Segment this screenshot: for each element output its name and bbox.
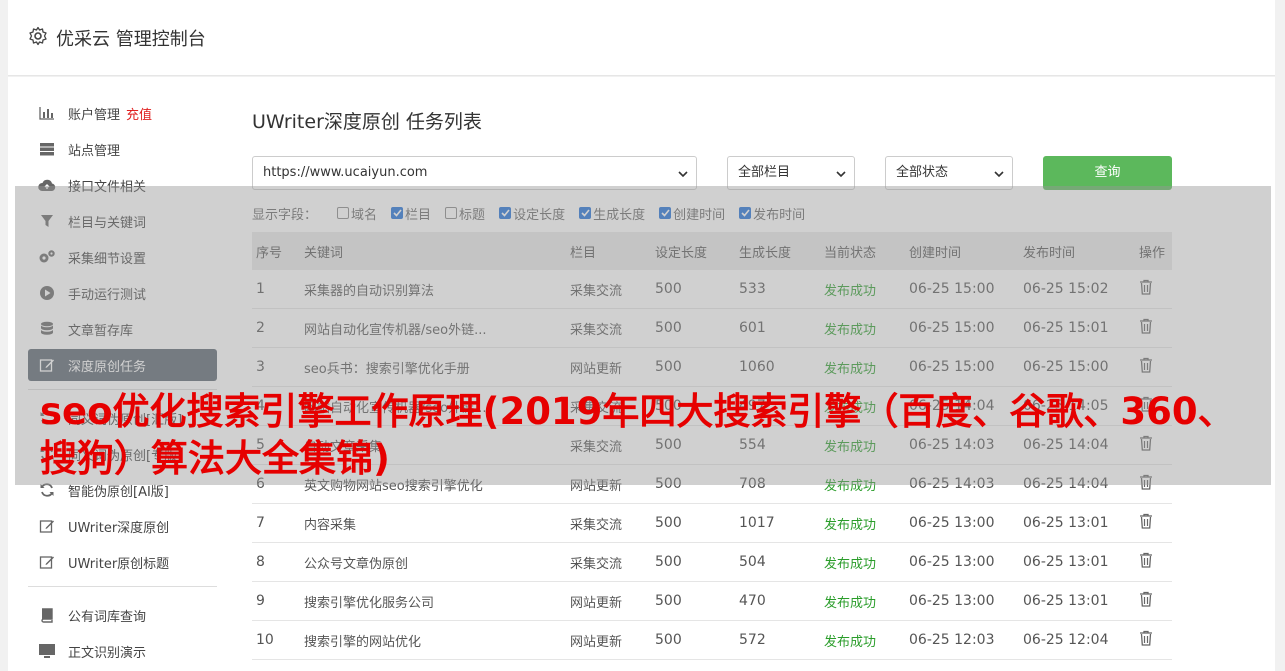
site-select-value: https://www.ucaiyun.com [263, 165, 428, 180]
status-select-value: 全部状态 [896, 165, 949, 180]
table-cell: 470 [739, 593, 766, 609]
table-cell: 9 [256, 593, 265, 609]
trash-icon[interactable] [1139, 591, 1172, 611]
trash-icon[interactable] [1139, 630, 1172, 650]
gear-icon [29, 26, 47, 46]
sidebar-item-label: UWriter原创标题 [68, 556, 170, 572]
table-cell: 8 [256, 554, 265, 570]
bar-chart-icon [38, 104, 56, 122]
table-cell: 内容采集 [304, 517, 357, 533]
table-cell: 572 [739, 632, 766, 648]
table-row: 7 内容采集 采集交流 500 1017 发布成功 06-25 13:00 06-25 13:… [252, 504, 1172, 543]
table-cell: 06-25 13:00 [909, 515, 995, 531]
table-cell: 06-25 13:00 [909, 593, 995, 609]
chevron-down-icon [994, 171, 1004, 178]
table-cell: 500 [655, 515, 682, 531]
trash-icon[interactable] [1139, 513, 1172, 533]
table-cell: 10 [256, 632, 274, 648]
trash-icon[interactable] [1139, 552, 1172, 572]
query-button[interactable]: 查询 [1043, 156, 1172, 190]
sidebar-item-uwriter-deep[interactable]: UWriter深度原创 [28, 510, 217, 542]
status-text: 发布成功 [824, 634, 877, 650]
sidebar-item-public-dictionary[interactable]: 公有词库查询 [28, 599, 217, 631]
table-row: 10 搜索引擎的网站优化 网站更新 500 572 发布成功 06-25 12:03 06-2… [252, 621, 1172, 660]
sidebar-item-label: UWriter深度原创 [68, 520, 170, 536]
table-cell: 500 [655, 632, 682, 648]
status-select[interactable]: 全部状态 [885, 156, 1013, 190]
sidebar-item-text-recognition-demo[interactable]: 正文识别演示 [28, 635, 217, 667]
table-cell: 500 [655, 554, 682, 570]
sidebar-divider [28, 586, 217, 587]
column-select[interactable]: 全部栏目 [727, 156, 855, 190]
sidebar-item-label: 站点管理 [68, 143, 121, 159]
sidebar-item-label: 正文识别演示 [68, 645, 147, 661]
table-cell: 搜索引擎优化服务公司 [304, 595, 435, 611]
table-cell: 网站更新 [570, 634, 623, 650]
edit-icon [38, 553, 56, 571]
sidebar-item-label: 公有词库查询 [68, 609, 147, 625]
top-bar: 优采云 管理控制台 [8, 0, 1275, 76]
edit-icon [38, 517, 56, 535]
sidebar-item-uwriter-title[interactable]: UWriter原创标题 [28, 546, 217, 578]
table-cell: 网站更新 [570, 595, 623, 611]
table-cell: 06-25 13:00 [909, 554, 995, 570]
table-cell: 504 [739, 554, 766, 570]
table-cell: 06-25 12:03 [909, 632, 995, 648]
table-cell: 采集交流 [570, 556, 623, 572]
table-cell: 公众号文章伪原创 [304, 556, 409, 572]
main-area: UWriter深度原创 任务列表 https://www.ucaiyun.com… [252, 107, 1172, 660]
server-icon [38, 140, 56, 158]
article-headline: seo优化搜索引擎工作原理(2019年四大搜索引擎（百度、谷歌、360、搜狗）算… [40, 390, 1235, 480]
table-cell: 搜索引擎的网站优化 [304, 634, 422, 650]
status-text: 发布成功 [824, 517, 877, 533]
sidebar-item-label: 账户管理 [68, 107, 121, 123]
table-cell: 06-25 13:01 [1023, 554, 1109, 570]
table-cell: 7 [256, 515, 265, 531]
table-cell: 06-25 13:01 [1023, 593, 1109, 609]
chevron-down-icon [836, 171, 846, 178]
page-title: UWriter深度原创 任务列表 [252, 111, 482, 133]
book-icon [38, 606, 56, 624]
table-cell: 500 [655, 593, 682, 609]
table-cell: 1017 [739, 515, 775, 531]
table-cell: 06-25 13:01 [1023, 515, 1109, 531]
status-text: 发布成功 [824, 595, 877, 611]
table-cell: 06-25 12:04 [1023, 632, 1109, 648]
column-select-value: 全部栏目 [738, 165, 791, 180]
table-cell: 采集交流 [570, 517, 623, 533]
sidebar-item-sites[interactable]: 站点管理 [28, 133, 217, 165]
recharge-link[interactable]: 充值 [126, 104, 152, 123]
filter-bar: https://www.ucaiyun.com 全部栏目 全部状态 查询 [252, 156, 1172, 190]
table-row: 9 搜索引擎优化服务公司 网站更新 500 470 发布成功 06-25 13:00 06-2… [252, 582, 1172, 621]
site-select[interactable]: https://www.ucaiyun.com [252, 156, 697, 190]
status-text: 发布成功 [824, 556, 877, 572]
sidebar-item-account[interactable]: 账户管理 充值 [28, 97, 217, 129]
monitor-icon [38, 642, 56, 660]
chevron-down-icon [678, 171, 688, 178]
app-title: 优采云 管理控制台 [56, 29, 206, 50]
table-row: 8 公众号文章伪原创 采集交流 500 504 发布成功 06-25 13:00 06-25 … [252, 543, 1172, 582]
